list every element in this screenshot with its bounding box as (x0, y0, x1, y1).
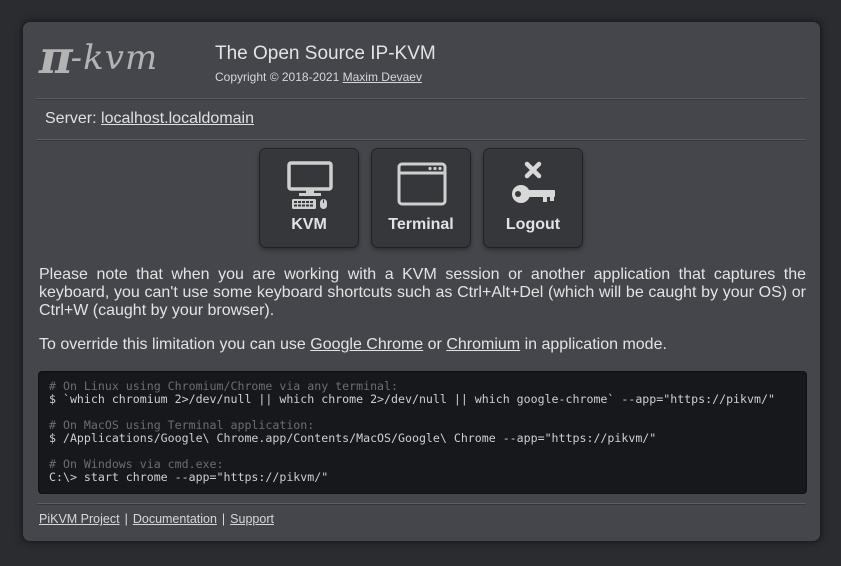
page-title: The Open Source IP-KVM (215, 43, 436, 64)
code-block: # On Linux using Chromium/Chrome via any… (38, 371, 807, 494)
override-note: To override this limitation you can use … (39, 336, 667, 354)
key-cross-icon (512, 161, 555, 203)
logo-pi: π (39, 30, 73, 84)
pikvm-logo: π-kvm (39, 34, 158, 80)
logout-tile-button[interactable]: Logout (483, 148, 583, 248)
code-command-windows: C:\> start chrome --app="https://pikvm/" (49, 470, 329, 484)
header: π-kvm The Open Source IP-KVM Copyright ©… (23, 22, 820, 99)
kvm-tile-label: KVM (291, 216, 327, 233)
login-panel: π-kvm The Open Source IP-KVM Copyright ©… (22, 21, 821, 542)
copyright: Copyright © 2018-2021 Maxim Devaev (215, 70, 422, 84)
divider (37, 139, 806, 141)
server-host-link[interactable]: localhost.localdomain (101, 110, 254, 127)
footer-separator: | (124, 512, 128, 526)
footer-separator: | (221, 512, 226, 526)
kvm-tile-button[interactable]: KVM (259, 148, 359, 248)
code-command-linux: $ `which chromium 2>/dev/null || which c… (49, 392, 775, 406)
google-chrome-link[interactable]: Google Chrome (310, 336, 423, 353)
server-info: Server: localhost.localdomain (45, 110, 254, 128)
divider (37, 98, 806, 100)
keyboard-note: Please note that when you are working wi… (39, 266, 806, 319)
terminal-window-icon (397, 162, 447, 206)
terminal-tile-label: Terminal (388, 216, 454, 233)
code-command-macos: $ /Applications/Google\ Chrome.app/Conte… (49, 431, 657, 445)
divider (37, 503, 806, 505)
support-link[interactable]: Support (230, 512, 274, 526)
logout-tile-label: Logout (505, 216, 561, 233)
copyright-text: Copyright © 2018-2021 (215, 70, 340, 84)
footer: PiKVM Project | Documentation | Support (39, 512, 274, 526)
override-text-prefix: To override this limitation you can use (39, 336, 306, 353)
server-label: Server: (45, 110, 97, 127)
monitor-keyboard-icon (287, 161, 333, 209)
pikvm-project-link[interactable]: PiKVM Project (39, 512, 120, 526)
override-text-or: or (427, 336, 442, 353)
override-text-suffix: in application mode. (524, 336, 667, 353)
author-link[interactable]: Maxim Devaev (343, 70, 422, 84)
chromium-link[interactable]: Chromium (446, 336, 520, 353)
logo-kvm: -kvm (70, 38, 159, 78)
documentation-link[interactable]: Documentation (133, 512, 217, 526)
terminal-tile-button[interactable]: Terminal (371, 148, 471, 248)
